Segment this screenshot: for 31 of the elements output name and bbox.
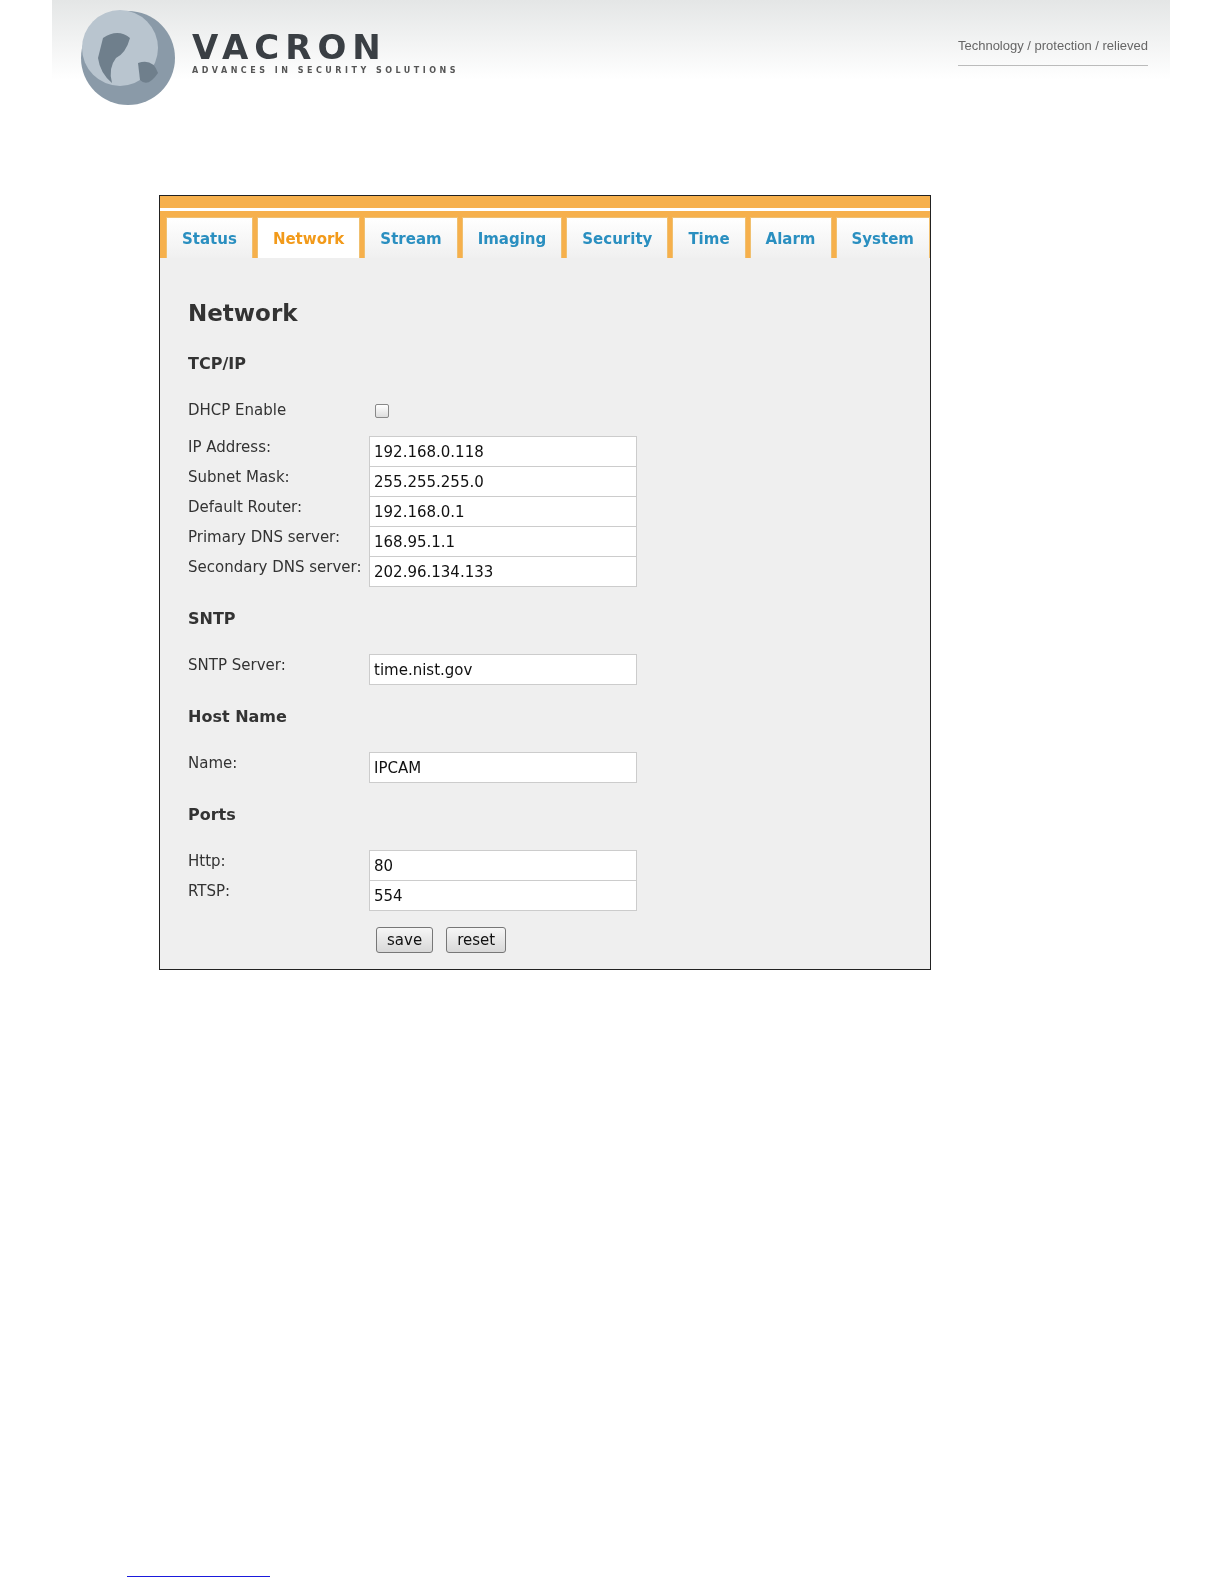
field-label: Primary DNS server: <box>188 527 342 546</box>
logo-subtitle: ADVANCES IN SECURITY SOLUTIONS <box>192 66 460 75</box>
input-field[interactable]: 80 <box>369 850 637 881</box>
field-label: SNTP Server: <box>188 655 287 674</box>
section-heading: Host Name <box>188 707 288 726</box>
input-field[interactable]: 168.95.1.1 <box>369 526 637 557</box>
globe-icon <box>78 8 178 108</box>
field-label: Subnet Mask: <box>188 467 291 486</box>
field-label: Http: <box>188 851 227 870</box>
section-heading: Ports <box>188 805 237 824</box>
input-field[interactable]: 192.168.0.1 <box>369 496 637 527</box>
logo-text: VACRON <box>192 30 387 64</box>
field-label: RTSP: <box>188 881 232 900</box>
field-label: Name: <box>188 753 239 772</box>
field-label: Default Router: <box>188 497 304 516</box>
field-label: IP Address: <box>188 437 273 456</box>
page-title: Network <box>188 300 299 326</box>
field-label: DHCP Enable <box>188 400 288 419</box>
input-field[interactable]: 192.168.0.118 <box>369 436 637 467</box>
section-heading: TCP/IP <box>188 354 247 373</box>
section-heading: SNTP <box>188 609 237 628</box>
input-field[interactable]: 554 <box>369 880 637 911</box>
field-label: Secondary DNS server: <box>188 557 363 576</box>
input-field[interactable]: 202.96.134.133 <box>369 556 637 587</box>
input-field[interactable]: time.nist.gov <box>369 654 637 685</box>
form-button[interactable]: reset <box>446 927 507 953</box>
form-button[interactable]: save <box>376 927 434 953</box>
checkbox[interactable] <box>375 404 389 418</box>
tagline: Technology / protection / relieved <box>957 38 1148 66</box>
input-field[interactable]: IPCAM <box>369 752 637 783</box>
input-field[interactable]: 255.255.255.0 <box>369 466 637 497</box>
